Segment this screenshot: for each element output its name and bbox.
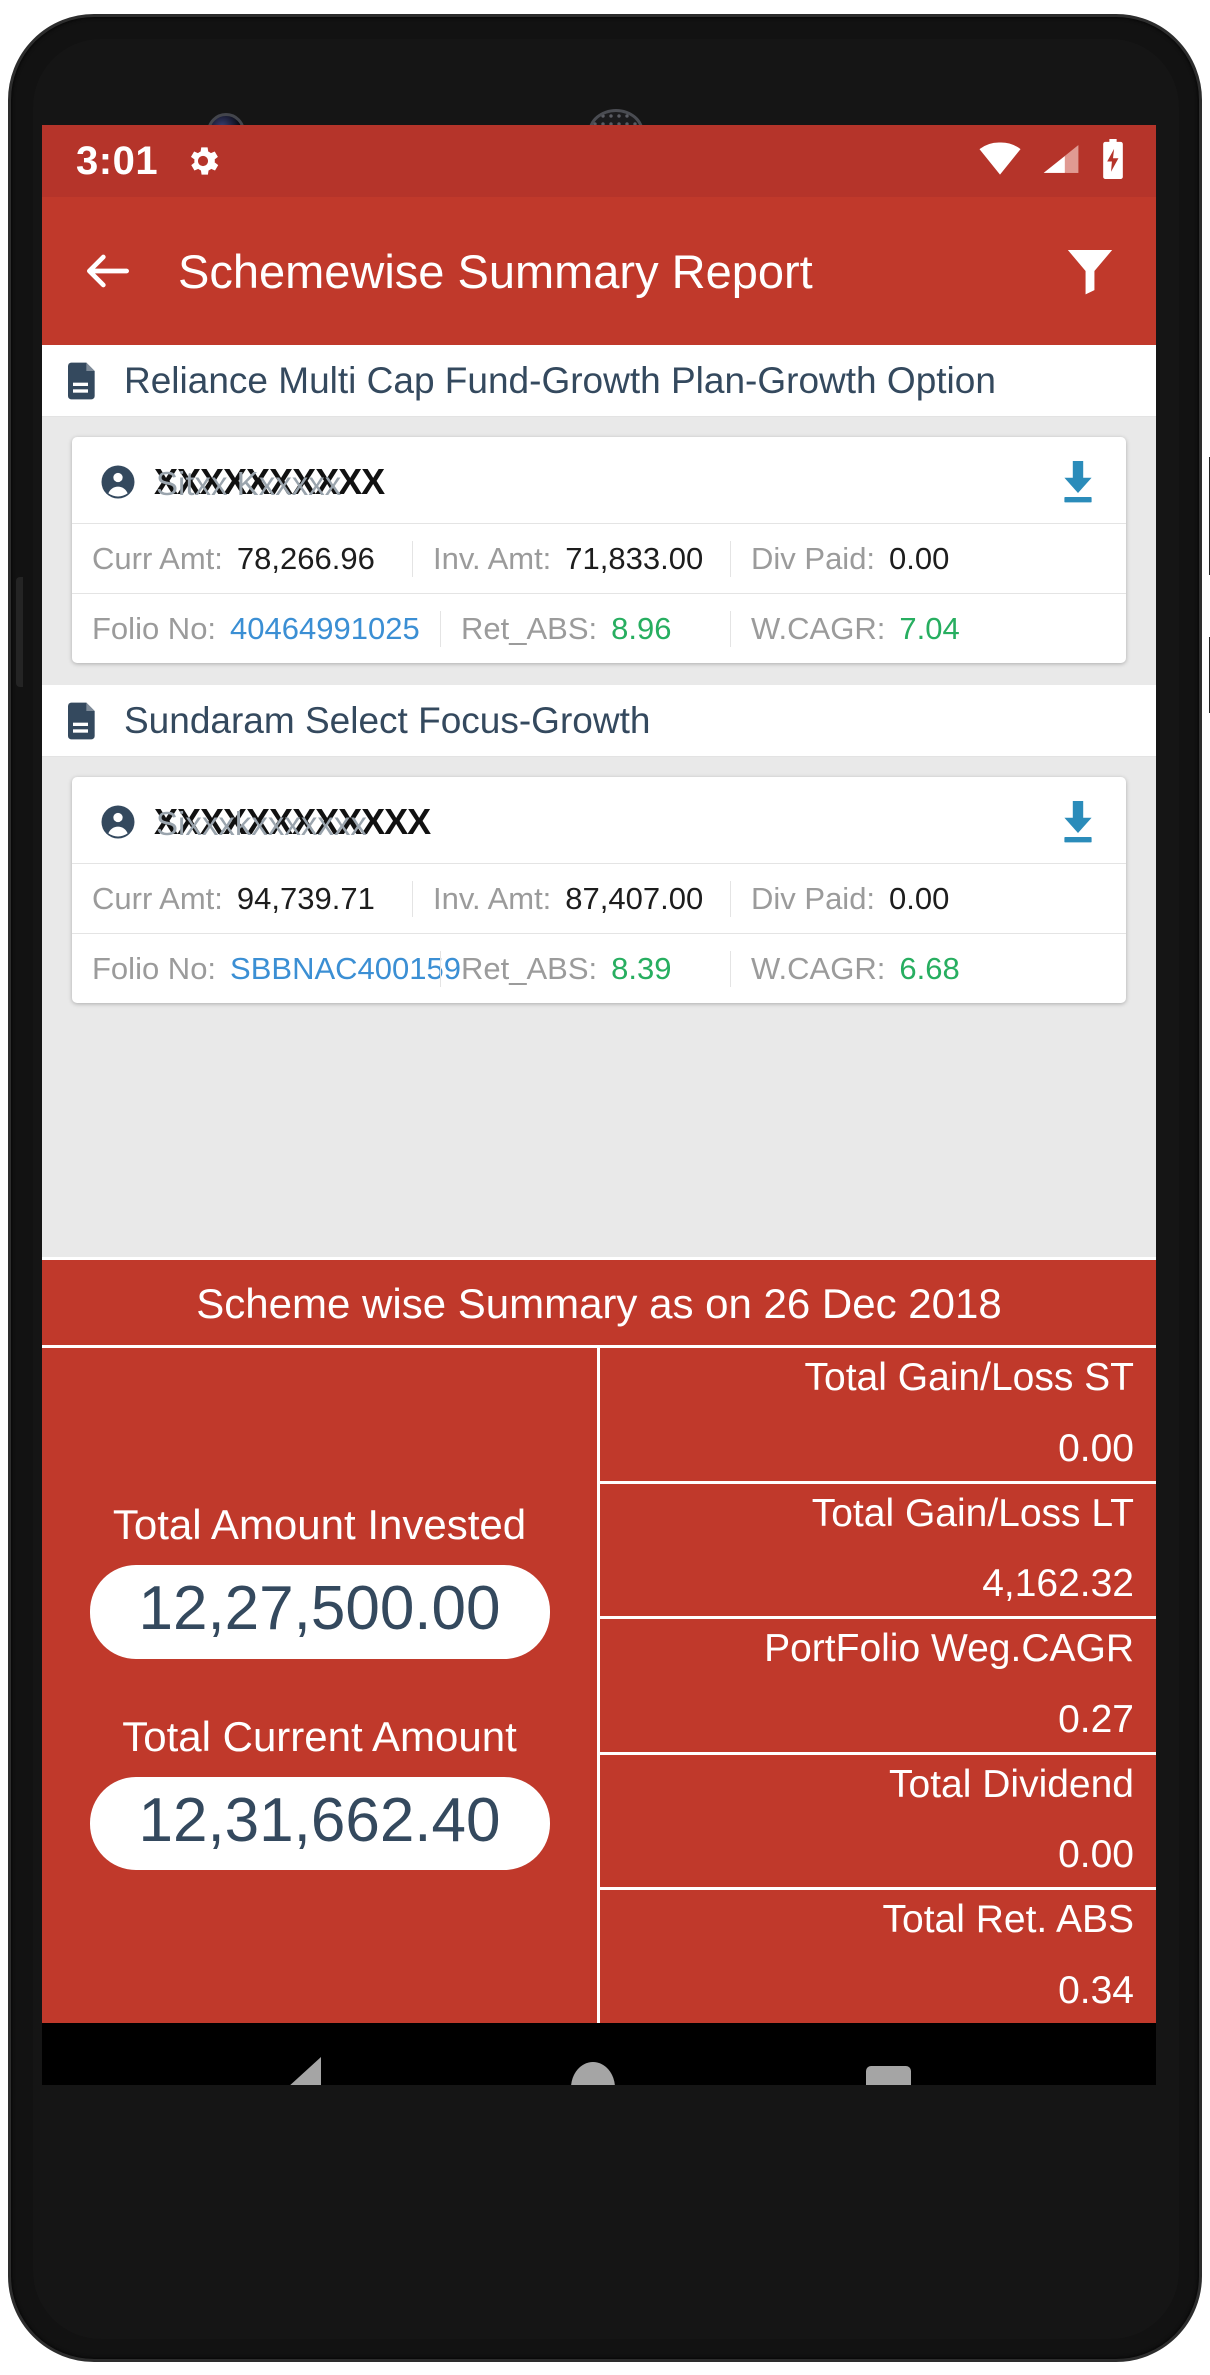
summary-metric-label: Total Dividend <box>889 1762 1134 1806</box>
status-bar: 3:01 <box>42 125 1156 197</box>
summary-metric-portfolio-weg-cagr: PortFolio Weg.CAGR 0.27 <box>600 1619 1156 1755</box>
metric-label: Curr Amt: <box>92 880 223 916</box>
metric-wcagr: W.CAGR: 6.68 <box>730 950 1126 987</box>
metric-folio-no: Folio No: 40464991025 <box>72 611 440 647</box>
total-current-value: 12,31,662.40 <box>89 1776 550 1870</box>
folio-card-header: Sixxxkxxxxxxx XXXXXXXXXXXX <box>72 777 1126 863</box>
summary-metric-label: PortFolio Weg.CAGR <box>764 1627 1134 1671</box>
metric-label: Ret_ABS: <box>461 950 598 986</box>
scheme-header[interactable]: Reliance Multi Cap Fund-Growth Plan-Grow… <box>42 345 1156 417</box>
metric-curr-amt: Curr Amt: 78,266.96 <box>72 541 412 577</box>
metric-div-paid: Div Paid: 0.00 <box>730 880 1126 917</box>
metric-value: 71,833.00 <box>565 540 704 576</box>
metric-div-paid: Div Paid: 0.00 <box>730 540 1126 577</box>
nav-back-triangle-icon[interactable] <box>287 2057 322 2085</box>
metric-folio-no: Folio No: SBBNAC400159 <box>72 950 461 987</box>
investor-name-underlying: Sixxxkxxxxxxx <box>156 805 367 842</box>
metric-inv-amt: Inv. Amt: 87,407.00 <box>412 880 730 917</box>
metric-inv-amt: Inv. Amt: 71,833.00 <box>412 540 730 577</box>
summary-metric-value: 0.34 <box>1058 1968 1134 2012</box>
person-icon <box>100 464 136 500</box>
status-icons <box>978 138 1126 184</box>
folio-card[interactable]: Sixxxkxxxxxxx XXXXXXXXXXXX Curr Amt: 94,… <box>72 777 1126 1003</box>
summary-metric-value: 0.27 <box>1058 1697 1134 1741</box>
metric-value: 78,266.96 <box>236 540 375 576</box>
metric-curr-amt: Curr Amt: 94,739.71 <box>72 881 412 917</box>
metric-label: Ret_ABS: <box>461 610 598 646</box>
back-arrow-icon[interactable] <box>80 243 136 299</box>
folio-metrics-row: Folio No: 40464991025 Ret_ABS: 8.96 W.CA… <box>72 593 1126 663</box>
metric-label: Curr Amt: <box>92 540 223 576</box>
android-nav-bar <box>42 2023 1156 2085</box>
status-time: 3:01 <box>76 138 159 183</box>
folio-metrics-row: Folio No: SBBNAC400159 Ret_ABS: 8.39 W.C… <box>72 933 1126 1003</box>
wifi-icon <box>978 141 1022 181</box>
nav-recents-square-icon[interactable] <box>865 2065 911 2085</box>
summary-metric-value: 4,162.32 <box>982 1562 1134 1606</box>
folio-metrics-row: Curr Amt: 78,266.96 Inv. Amt: 71,833.00 … <box>72 523 1126 593</box>
app-bar: Schemewise Summary Report <box>42 197 1156 345</box>
metric-label: Div Paid: <box>751 880 876 916</box>
metric-value: 0.00 <box>889 540 950 576</box>
metric-label: Div Paid: <box>751 540 876 576</box>
nav-home-circle-icon[interactable] <box>571 2062 616 2085</box>
metric-value: 0.00 <box>889 880 950 916</box>
folio-card-header: Sitxx Kxxxxx XXXXXXXXXX <box>72 437 1126 523</box>
total-current-label: Total Current Amount <box>122 1712 517 1760</box>
folio-card[interactable]: Sitxx Kxxxxx XXXXXXXXXX Curr Amt: 78,266… <box>72 437 1126 663</box>
page-title: Schemewise Summary Report <box>178 244 813 298</box>
scheme-name: Reliance Multi Cap Fund-Growth Plan-Grow… <box>124 359 996 401</box>
metric-ret-abs: Ret_ABS: 8.96 <box>440 610 730 647</box>
metric-label: W.CAGR: <box>751 950 886 986</box>
summary-metric-value: 0.00 <box>1058 1426 1134 1470</box>
summary-metric-label: Total Ret. ABS <box>882 1898 1134 1942</box>
metric-value: 6.68 <box>899 950 960 986</box>
metric-label: W.CAGR: <box>751 610 886 646</box>
total-invested-label: Total Amount Invested <box>112 1501 527 1549</box>
report-list[interactable]: Reliance Multi Cap Fund-Growth Plan-Grow… <box>42 345 1156 1257</box>
metric-wcagr: W.CAGR: 7.04 <box>730 610 1126 647</box>
summary-title: Scheme wise Summary as on 26 Dec 2018 <box>42 1257 1156 1345</box>
scheme-header[interactable]: Sundaram Select Focus-Growth <box>42 685 1156 757</box>
summary-metric-value: 0.00 <box>1058 1833 1134 1877</box>
summary-metric-gain-loss-lt: Total Gain/Loss LT 4,162.32 <box>600 1484 1156 1620</box>
person-icon <box>100 804 136 840</box>
metric-value: 8.39 <box>611 950 672 986</box>
total-invested-value: 12,27,500.00 <box>89 1565 550 1659</box>
document-icon <box>68 362 98 400</box>
phone-screen: 3:01 Schemewise Summary Report Reliance … <box>42 125 1156 2085</box>
filter-funnel-icon[interactable] <box>1062 243 1118 299</box>
metric-value: 7.04 <box>899 610 960 646</box>
cellular-signal-icon <box>1042 142 1080 181</box>
folio-metrics-row: Curr Amt: 94,739.71 Inv. Amt: 87,407.00 … <box>72 863 1126 933</box>
summary-metrics: Total Gain/Loss ST 0.00 Total Gain/Loss … <box>600 1348 1156 2023</box>
investor-name: Sitxx Kxxxxx XXXXXXXXXX <box>154 461 385 503</box>
summary-metric-total-ret-abs: Total Ret. ABS 0.34 <box>600 1890 1156 2023</box>
metric-label: Folio No: <box>92 610 217 646</box>
document-icon <box>68 702 98 740</box>
metric-value[interactable]: SBBNAC400159 <box>230 951 461 987</box>
metric-label: Folio No: <box>92 950 217 986</box>
summary-panel: Total Amount Invested 12,27,500.00 Total… <box>42 1345 1156 2023</box>
battery-charging-icon <box>1100 138 1126 184</box>
metric-value[interactable]: 40464991025 <box>230 611 420 647</box>
scheme-name: Sundaram Select Focus-Growth <box>124 699 651 741</box>
gear-icon <box>184 142 222 180</box>
metric-value: 87,407.00 <box>565 880 704 916</box>
investor-name-underlying: Sitxx Kxxxxx <box>156 465 342 502</box>
summary-metric-gain-loss-st: Total Gain/Loss ST 0.00 <box>600 1348 1156 1484</box>
download-icon[interactable] <box>1058 799 1098 845</box>
summary-totals: Total Amount Invested 12,27,500.00 Total… <box>42 1348 600 2023</box>
summary-metric-label: Total Gain/Loss LT <box>811 1491 1134 1535</box>
metric-label: Inv. Amt: <box>433 880 552 916</box>
metric-value: 94,739.71 <box>236 880 375 916</box>
download-icon[interactable] <box>1058 459 1098 505</box>
metric-ret-abs: Ret_ABS: 8.39 <box>440 950 730 987</box>
summary-metric-total-dividend: Total Dividend 0.00 <box>600 1755 1156 1891</box>
investor-name: Sixxxkxxxxxxx XXXXXXXXXXXX <box>154 801 431 843</box>
side-button-left[interactable] <box>16 577 23 687</box>
summary-metric-label: Total Gain/Loss ST <box>804 1356 1134 1399</box>
metric-value: 8.96 <box>611 610 672 646</box>
metric-label: Inv. Amt: <box>433 540 552 576</box>
